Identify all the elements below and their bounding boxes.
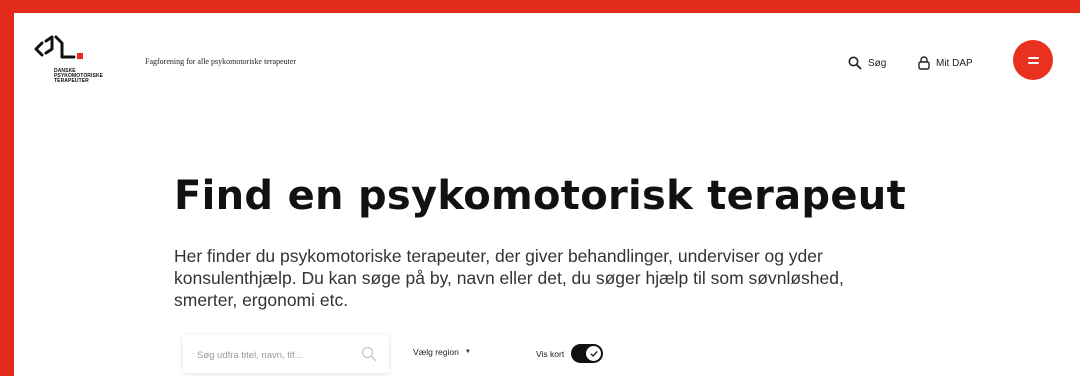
toggle-knob [586,346,602,361]
menu-button[interactable] [1013,40,1053,80]
search-link-label: Søg [868,57,887,69]
map-toggle-label: Vis kort [536,348,565,359]
search-box [183,335,389,375]
map-toggle-switch[interactable] [571,344,604,363]
search-input[interactable] [195,335,359,375]
my-dap-link[interactable]: Mit DAP [918,53,973,73]
check-icon [590,350,598,357]
map-toggle-group: Vis kort [536,344,604,363]
hamburger-menu-icon [1027,56,1039,64]
logo-text: DANSKE PSYKOMOTORISKE TERAPEUTER [54,69,103,84]
page-description: Her finder du psykomotoriske terapeuter,… [174,246,844,310]
caret-down-icon: ▼ [464,349,471,355]
region-dropdown-label: Vælg region [413,347,459,357]
logo-line: TERAPEUTER [54,78,89,84]
lock-icon [918,56,930,70]
logo-mark-icon [34,35,83,59]
search-icon[interactable] [361,346,377,362]
logo[interactable]: DANSKE PSYKOMOTORISKE TERAPEUTER [34,33,124,93]
tagline: Fagforening for alle psykomotoriske tera… [145,57,297,66]
region-dropdown[interactable]: Vælg region ▼ [413,347,471,357]
search-icon [848,56,862,70]
my-dap-label: Mit DAP [936,57,973,69]
search-link[interactable]: Søg [848,53,886,73]
page-title: Find en psykomotorisk terapeut [174,173,906,219]
page: DANSKE PSYKOMOTORISKE TERAPEUTER Fagfore… [14,13,1080,376]
